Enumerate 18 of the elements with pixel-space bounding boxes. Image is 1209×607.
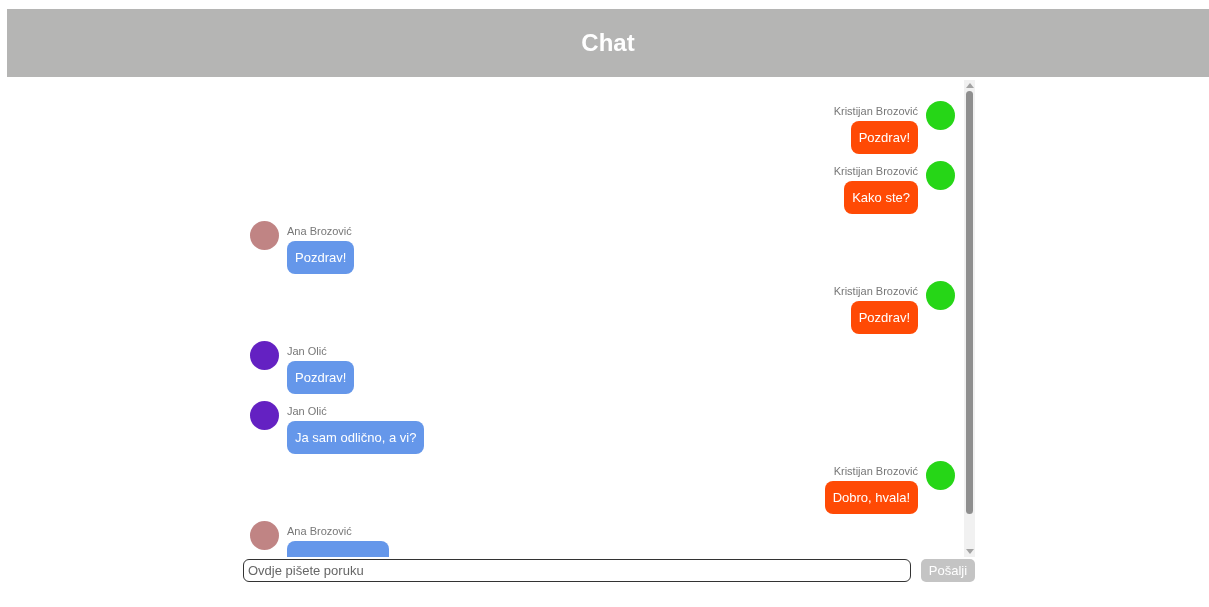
message-input[interactable]: Ovdje pišete poruku — [243, 559, 911, 582]
message-bubble: Pozdrav! — [287, 241, 355, 274]
page-title: Chat — [581, 29, 635, 57]
author-name: Kristijan Brozović — [833, 105, 918, 118]
author-name: Jan Olić — [287, 345, 327, 358]
message-bubble: Pozdrav! — [287, 361, 355, 394]
author-name: Kristijan Brozović — [833, 165, 918, 178]
scrollbar[interactable] — [964, 80, 975, 557]
message-bubble: Ja sam odlično, a vi? — [287, 421, 425, 454]
author-name: Ana Brozović — [287, 525, 352, 538]
author-name: Kristijan Brozović — [833, 465, 918, 478]
message-bubble: Dobro, hvala! — [824, 481, 918, 514]
message-bubble: Kako ste? — [844, 181, 918, 214]
author-name: Jan Olić — [287, 405, 327, 418]
message-bubble: Pozdrav! — [850, 121, 918, 154]
message-bubble: Pozdrav! — [850, 301, 918, 334]
author-name: Kristijan Brozović — [833, 285, 918, 298]
author-name: Ana Brozović — [287, 225, 352, 238]
